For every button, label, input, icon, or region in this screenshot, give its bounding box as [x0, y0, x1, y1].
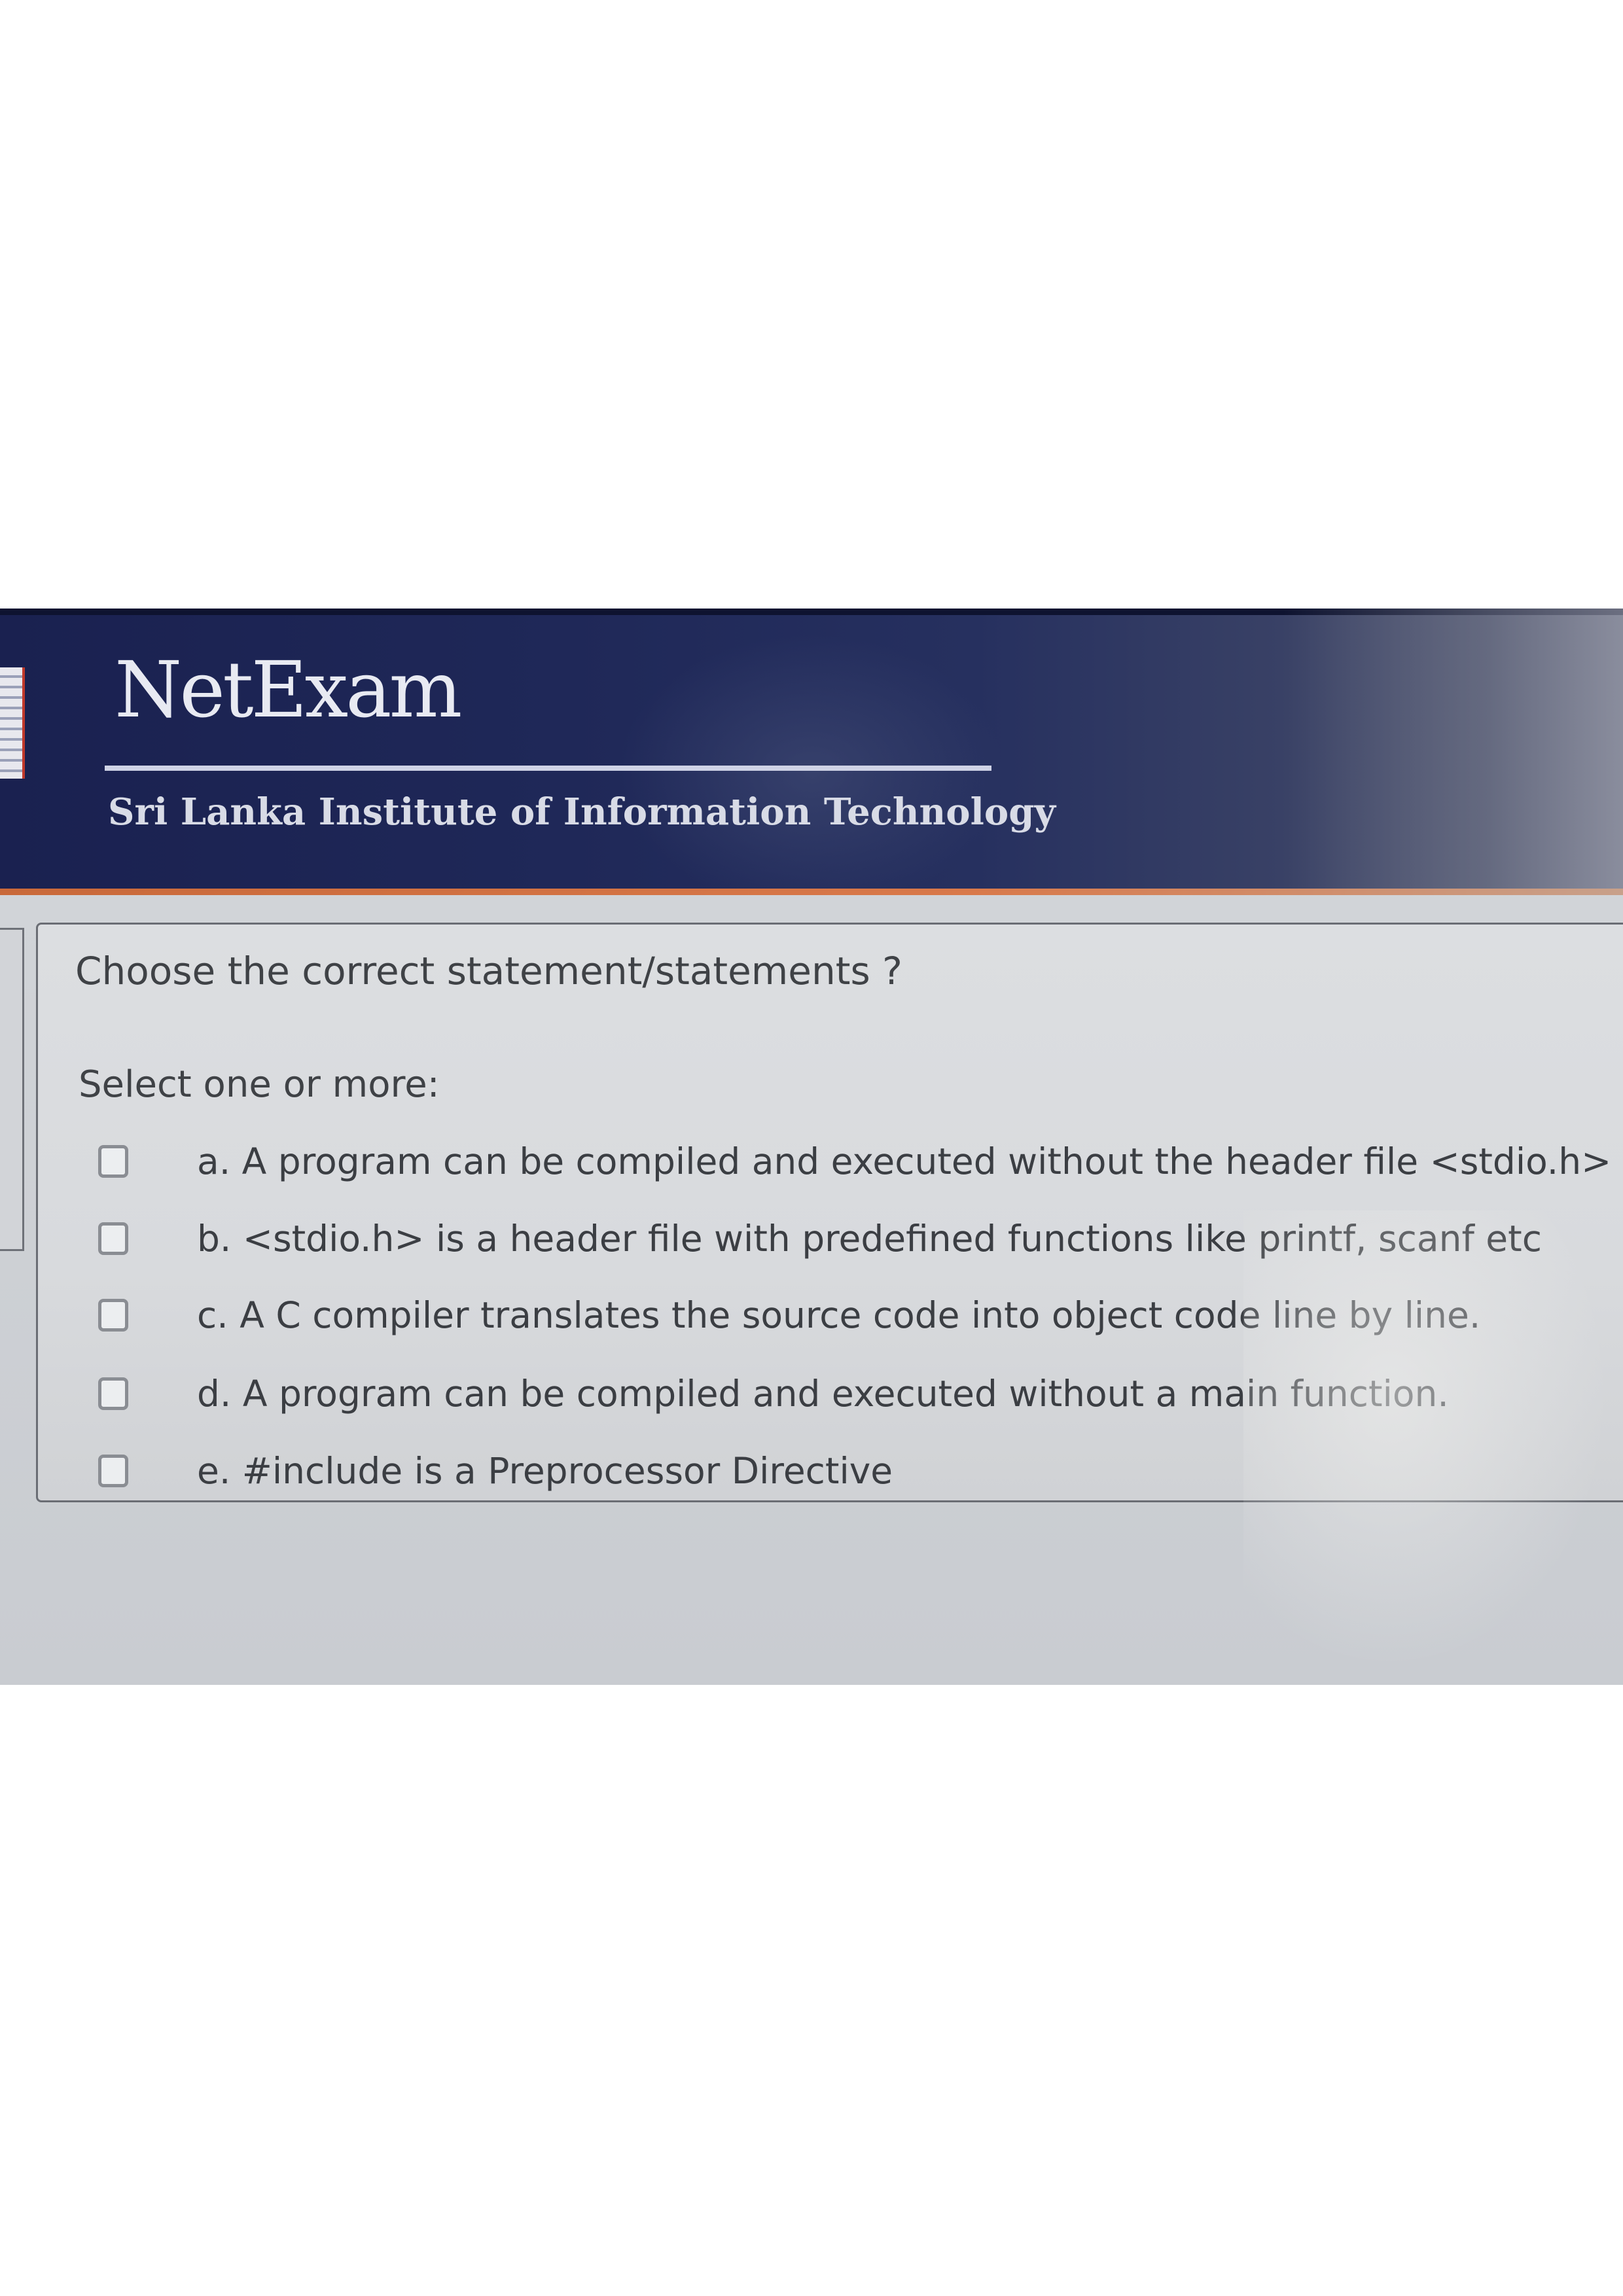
option-a[interactable]: a. A program can be compiled and execute…: [98, 1139, 1611, 1184]
option-b[interactable]: b. <stdio.h> is a header file with prede…: [98, 1216, 1603, 1262]
option-c-checkbox[interactable]: [98, 1299, 128, 1332]
option-c[interactable]: c. A C compiler translates the source co…: [98, 1292, 1603, 1338]
option-e-checkbox[interactable]: [98, 1455, 128, 1487]
side-panel-edge: [0, 928, 24, 1251]
option-b-checkbox[interactable]: [98, 1222, 128, 1255]
option-a-label[interactable]: a. A program can be compiled and execute…: [197, 1140, 1611, 1182]
option-e[interactable]: e. #include is a Preprocessor Directive: [98, 1448, 1603, 1494]
banner-divider: [105, 766, 991, 771]
institute-name: Sri Lanka Institute of Information Techn…: [108, 790, 1056, 834]
question-instruction: Select one or more:: [79, 1063, 440, 1106]
header-accent-line: [0, 889, 1623, 895]
question-prompt: Choose the correct statement/statements …: [75, 949, 902, 993]
app-title: NetExam: [115, 645, 462, 735]
option-d-checkbox[interactable]: [98, 1377, 128, 1410]
option-c-label[interactable]: c. A C compiler translates the source co…: [197, 1294, 1480, 1336]
option-a-checkbox[interactable]: [98, 1145, 128, 1178]
option-d[interactable]: d. A program can be compiled and execute…: [98, 1371, 1603, 1417]
banner-decoration: [1283, 609, 1623, 890]
option-d-label[interactable]: d. A program can be compiled and execute…: [197, 1373, 1449, 1415]
exam-screen-photo: NetExam Sri Lanka Institute of Informati…: [0, 609, 1623, 1685]
institute-logo: [0, 667, 25, 779]
header-banner: NetExam Sri Lanka Institute of Informati…: [0, 609, 1623, 890]
option-b-label[interactable]: b. <stdio.h> is a header file with prede…: [197, 1218, 1542, 1260]
option-e-label[interactable]: e. #include is a Preprocessor Directive: [197, 1450, 893, 1492]
